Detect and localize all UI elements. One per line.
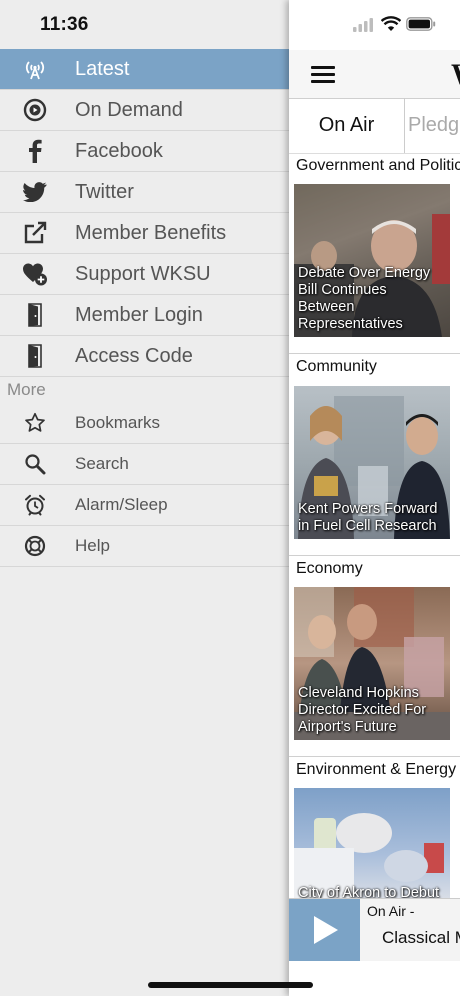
facebook-icon bbox=[22, 139, 48, 163]
external-link-icon bbox=[22, 221, 48, 245]
drawer-menu: Latest On Demand Facebook Twitter Member… bbox=[0, 49, 289, 567]
hamburger-menu-icon[interactable] bbox=[311, 66, 335, 84]
story-caption: Kent Powers Forward in Fuel Cell Researc… bbox=[298, 501, 438, 534]
category-title: Community bbox=[296, 358, 377, 375]
battery-icon bbox=[406, 17, 436, 36]
heart-plus-icon bbox=[22, 262, 48, 286]
category-title: Economy bbox=[296, 560, 363, 577]
status-time: 11:36 bbox=[40, 14, 89, 35]
tab-pledge[interactable]: Pledge bbox=[408, 98, 460, 153]
category-title: Government and Politics bbox=[296, 157, 460, 174]
main-panel: W On Air Pledge Government and Politics … bbox=[289, 0, 460, 996]
story-caption: Debate Over Energy Bill Continues Betwee… bbox=[298, 265, 431, 332]
menu-item-label: Facebook bbox=[75, 139, 163, 162]
story-caption: Cleveland Hopkins Director Excited For A… bbox=[298, 685, 427, 735]
tab-on-air[interactable]: On Air bbox=[289, 98, 405, 153]
side-drawer: 11:36 Latest On Demand Facebook Twitter bbox=[0, 0, 289, 996]
broadcast-tower-icon bbox=[22, 57, 48, 81]
home-indicator[interactable] bbox=[148, 982, 313, 988]
search-icon bbox=[22, 452, 48, 476]
play-button[interactable] bbox=[289, 899, 360, 961]
story-card[interactable]: City of Akron to Debut bbox=[294, 788, 450, 898]
menu-item-label: Help bbox=[75, 536, 110, 555]
alarm-clock-icon bbox=[22, 493, 48, 517]
menu-item-member-login[interactable]: Member Login bbox=[0, 295, 289, 336]
wifi-icon bbox=[380, 16, 402, 37]
menu-item-on-demand[interactable]: On Demand bbox=[0, 90, 289, 131]
tab-bar: On Air Pledge bbox=[289, 98, 460, 154]
divider bbox=[289, 756, 460, 757]
menu-item-label: Member Login bbox=[75, 303, 203, 326]
menu-item-label: Bookmarks bbox=[75, 413, 161, 432]
menu-item-help[interactable]: Help bbox=[0, 526, 289, 567]
station-logo: W bbox=[451, 58, 460, 92]
menu-item-access-code[interactable]: Access Code bbox=[0, 336, 289, 377]
help-icon bbox=[22, 534, 48, 558]
menu-item-bookmarks[interactable]: Bookmarks bbox=[0, 403, 289, 444]
menu-item-support-wksu[interactable]: Support WKSU bbox=[0, 254, 289, 295]
menu-item-twitter[interactable]: Twitter bbox=[0, 172, 289, 213]
menu-item-latest[interactable]: Latest bbox=[0, 49, 289, 90]
menu-item-member-benefits[interactable]: Member Benefits bbox=[0, 213, 289, 254]
menu-item-alarm-sleep[interactable]: Alarm/Sleep bbox=[0, 485, 289, 526]
category-title: Environment & Energy bbox=[296, 761, 457, 778]
menu-item-search[interactable]: Search bbox=[0, 444, 289, 485]
story-card[interactable]: Debate Over Energy Bill Continues Betwee… bbox=[294, 184, 450, 337]
menu-item-label: Latest bbox=[75, 57, 130, 80]
story-card[interactable]: Kent Powers Forward in Fuel Cell Researc… bbox=[294, 386, 450, 539]
story-image bbox=[294, 813, 444, 898]
nav-bar: W bbox=[289, 50, 460, 99]
divider bbox=[289, 353, 460, 354]
menu-item-label: Support WKSU bbox=[75, 262, 211, 285]
now-playing-program: Classical M bbox=[382, 928, 460, 947]
now-playing-bar[interactable]: On Air - Classical M bbox=[289, 898, 460, 961]
door-icon bbox=[22, 303, 48, 327]
status-bar-right bbox=[289, 0, 460, 50]
now-playing-status: On Air - bbox=[367, 903, 415, 919]
menu-item-label: Twitter bbox=[75, 180, 134, 203]
menu-item-label: Member Benefits bbox=[75, 221, 227, 244]
signal-icon bbox=[353, 18, 373, 37]
menu-item-label: Search bbox=[75, 454, 129, 473]
menu-item-label: On Demand bbox=[75, 98, 183, 121]
divider bbox=[289, 555, 460, 556]
door-icon bbox=[22, 344, 48, 368]
play-icon bbox=[314, 916, 338, 944]
more-section-label: More bbox=[7, 380, 46, 399]
menu-item-facebook[interactable]: Facebook bbox=[0, 131, 289, 172]
play-circle-icon bbox=[22, 98, 48, 122]
menu-item-label: Alarm/Sleep bbox=[75, 495, 168, 514]
story-caption: City of Akron to Debut bbox=[298, 885, 440, 898]
menu-item-label: Access Code bbox=[75, 344, 193, 367]
twitter-icon bbox=[22, 180, 48, 204]
story-card[interactable]: Cleveland Hopkins Director Excited For A… bbox=[294, 587, 450, 740]
star-icon bbox=[22, 411, 48, 435]
